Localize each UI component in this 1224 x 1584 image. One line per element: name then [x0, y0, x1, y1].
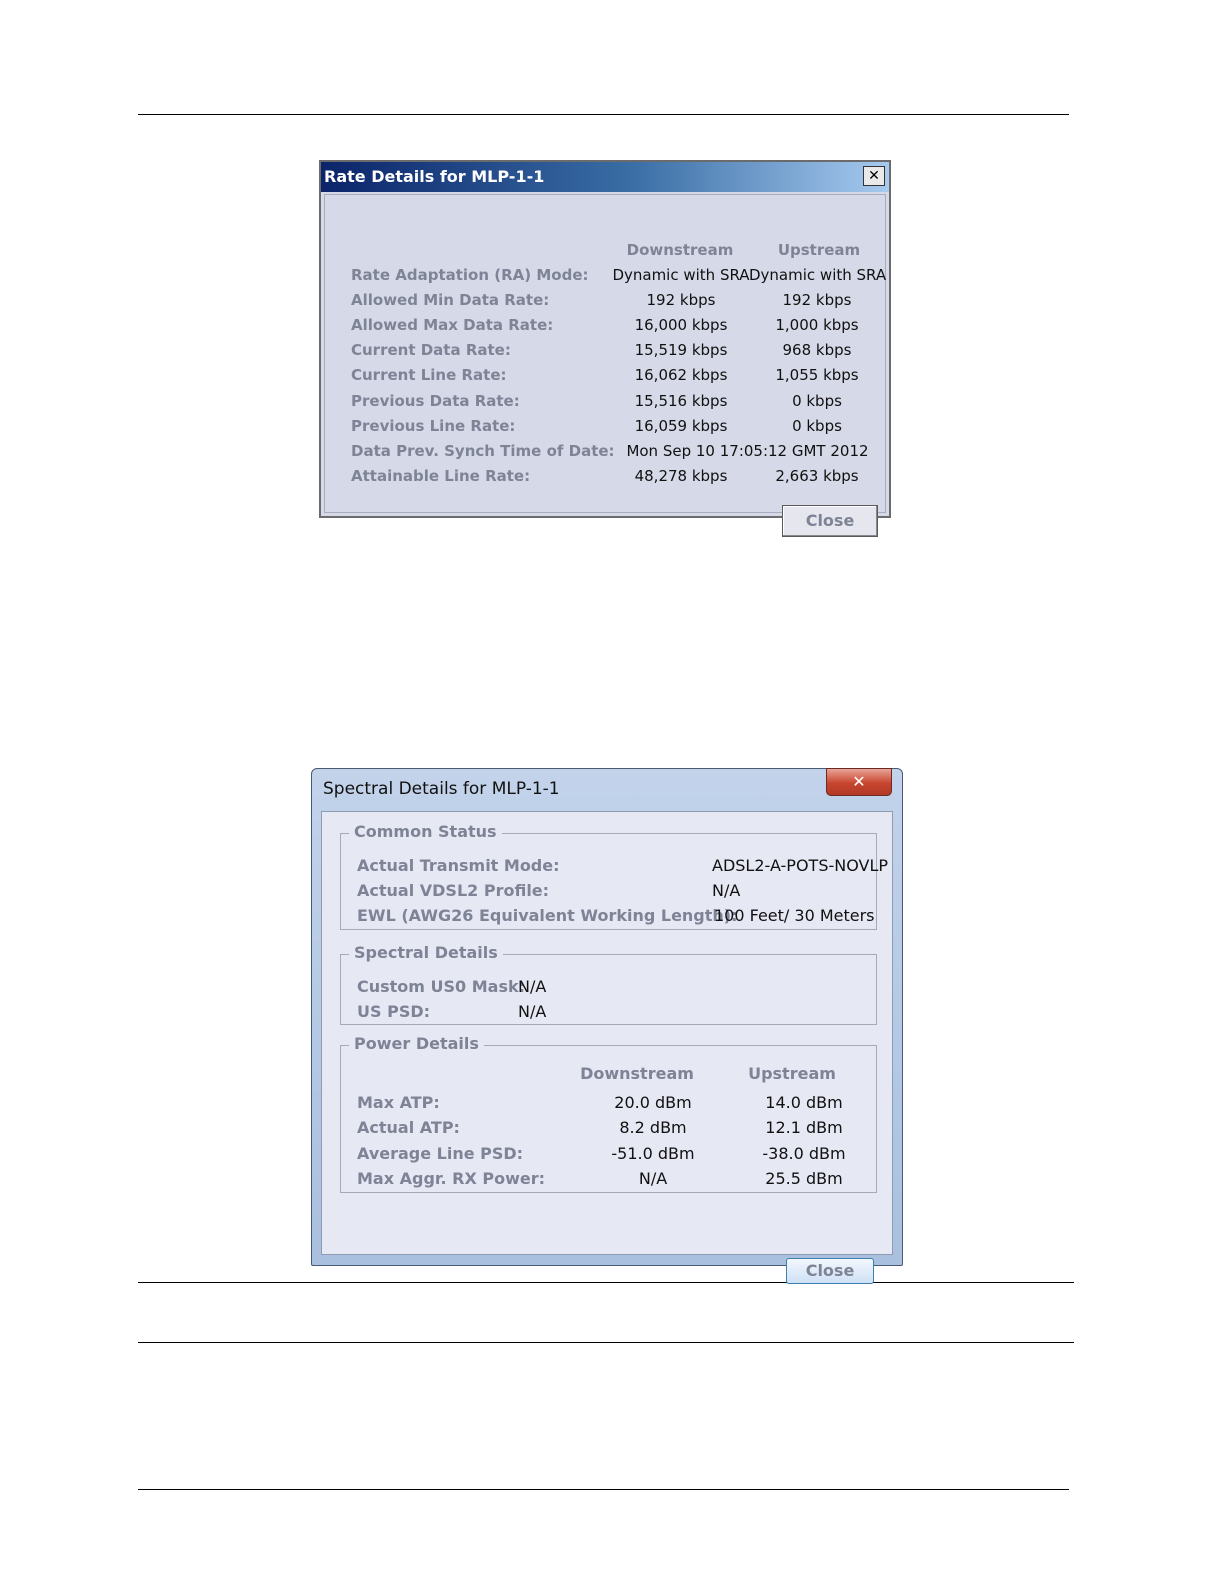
common-status-group: Common Status Actual Transmit Mode: ADSL…	[340, 822, 888, 930]
rate-row-upstream: 0 kbps	[792, 417, 842, 435]
rate-row-label: Data Prev. Synch Time of Date:	[351, 442, 615, 460]
spectral-dialog-title: Spectral Details for MLP-1-1	[323, 779, 560, 799]
close-button[interactable]: Close	[786, 1258, 874, 1284]
status-value: N/A	[712, 881, 741, 900]
rate-row: Allowed Min Data Rate: 192 kbps 192 kbps	[325, 291, 885, 316]
rate-row-upstream: 968 kbps	[782, 341, 852, 359]
rate-row-label: Rate Adaptation (RA) Mode:	[351, 266, 589, 284]
power-downstream: 8.2 dBm	[619, 1118, 687, 1137]
rate-row-downstream: 16,059 kbps	[634, 417, 728, 435]
status-label: Actual VDSL2 Profile:	[357, 881, 550, 900]
power-details-group: Power Details Downstream Upstream Max AT…	[340, 1034, 877, 1193]
rate-dialog-titlebar[interactable]: Rate Details for MLP-1-1 ✕	[321, 162, 889, 192]
rate-row-label: Allowed Max Data Rate:	[351, 316, 554, 334]
status-value: ADSL2-A-POTS-NOVLP	[712, 856, 889, 875]
downstream-header: Downstream	[626, 241, 734, 259]
status-value: 100 Feet/ 30 Meters	[714, 906, 875, 925]
rate-row-downstream: 192 kbps	[646, 291, 716, 309]
rate-row-label: Current Line Rate:	[351, 366, 507, 384]
rate-row-upstream: 192 kbps	[782, 291, 852, 309]
rate-row: Data Prev. Synch Time of Date: Mon Sep 1…	[325, 442, 885, 467]
rate-row-upstream: 0 kbps	[792, 392, 842, 410]
power-details-title: Power Details	[349, 1034, 484, 1053]
rate-row-label: Previous Data Rate:	[351, 392, 520, 410]
power-label: Max Aggr. RX Power:	[357, 1169, 546, 1188]
spectral-label: Custom US0 Mask:	[357, 977, 526, 996]
spectral-details-group: Spectral Details Custom US0 Mask: N/A US…	[340, 943, 877, 1025]
spectral-dialog-client: Common Status Actual Transmit Mode: ADSL…	[321, 811, 893, 1284]
rate-row: Allowed Max Data Rate: 16,000 kbps 1,000…	[325, 316, 885, 341]
rate-row: Previous Data Rate: 15,516 kbps 0 kbps	[325, 392, 885, 417]
rate-row: Rate Adaptation (RA) Mode: Dynamic with …	[325, 266, 887, 291]
rate-row-downstream: 15,519 kbps	[634, 341, 728, 359]
rate-row: Attainable Line Rate: 48,278 kbps 2,663 …	[325, 467, 885, 492]
spectral-value: N/A	[518, 1002, 547, 1021]
upstream-header: Upstream	[777, 241, 861, 259]
close-icon[interactable]: ✕	[863, 166, 885, 186]
footer-rule	[138, 1489, 1069, 1490]
downstream-header: Downstream	[580, 1064, 694, 1083]
rate-row-upstream: Dynamic with SRA	[749, 266, 887, 284]
status-label: EWL (AWG26 Equivalent Working Length):	[357, 906, 738, 925]
rate-row-label: Previous Line Rate:	[351, 417, 516, 435]
upstream-header: Upstream	[748, 1064, 836, 1083]
spectral-label: US PSD:	[357, 1002, 431, 1021]
rate-row: Current Line Rate: 16,062 kbps 1,055 kbp…	[325, 366, 885, 391]
power-downstream: -51.0 dBm	[611, 1144, 695, 1163]
close-button[interactable]: Close	[782, 505, 878, 537]
power-upstream: -38.0 dBm	[762, 1144, 846, 1163]
figure-rule-bottom	[138, 1342, 1074, 1343]
rate-row-downstream: 16,000 kbps	[634, 316, 728, 334]
rate-row-downstream: 48,278 kbps	[634, 467, 728, 485]
spectral-details-dialog: Spectral Details for MLP-1-1 ✕ Common St…	[311, 768, 903, 1284]
rate-details-dialog: Rate Details for MLP-1-1 ✕ Downstream Up…	[319, 160, 891, 537]
rate-row-upstream: 1,055 kbps	[775, 366, 859, 384]
rate-row-downstream: Dynamic with SRA	[612, 266, 750, 284]
close-icon[interactable]: ✕	[826, 768, 892, 796]
power-label: Actual ATP:	[357, 1118, 460, 1137]
rate-row: Current Data Rate: 15,519 kbps 968 kbps	[325, 341, 885, 366]
rate-dialog-body: Downstream Upstream Rate Adaptation (RA)…	[324, 194, 887, 537]
rate-row-label: Allowed Min Data Rate:	[351, 291, 550, 309]
rate-row-label: Current Data Rate:	[351, 341, 511, 359]
power-downstream: 20.0 dBm	[614, 1093, 692, 1112]
rate-row: Previous Line Rate: 16,059 kbps 0 kbps	[325, 417, 885, 442]
rate-row-downstream: 16,062 kbps	[634, 366, 728, 384]
power-label: Max ATP:	[357, 1093, 440, 1112]
power-label: Average Line PSD:	[357, 1144, 524, 1163]
power-upstream: 12.1 dBm	[765, 1118, 843, 1137]
power-downstream: N/A	[638, 1169, 668, 1188]
power-upstream: 25.5 dBm	[765, 1169, 843, 1188]
figure-rule-top	[138, 1282, 1074, 1283]
rate-row-label: Attainable Line Rate:	[351, 467, 531, 485]
spectral-details-title: Spectral Details	[349, 943, 503, 962]
rate-row-upstream: 1,000 kbps	[775, 316, 859, 334]
rate-row-value: Mon Sep 10 17:05:12 GMT 2012	[626, 442, 869, 460]
spectral-value: N/A	[518, 977, 547, 996]
rate-dialog-title: Rate Details for MLP-1-1	[324, 167, 545, 186]
rate-row-upstream: 2,663 kbps	[775, 467, 859, 485]
power-upstream: 14.0 dBm	[765, 1093, 843, 1112]
rate-row-downstream: 15,516 kbps	[634, 392, 728, 410]
header-rule	[138, 114, 1069, 115]
common-status-title: Common Status	[349, 822, 502, 841]
status-label: Actual Transmit Mode:	[357, 856, 560, 875]
